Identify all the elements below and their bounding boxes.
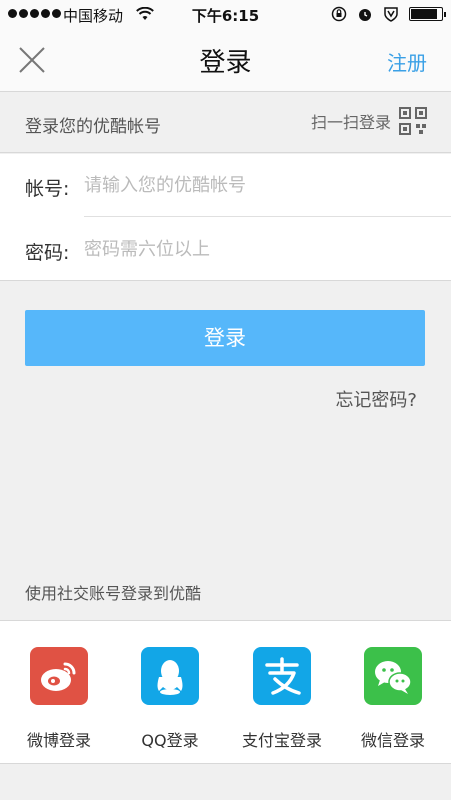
login-button[interactable]: 登录 [25, 310, 425, 366]
alipay-login-button[interactable]: 支付宝登录 [226, 647, 338, 751]
account-row: 帐号: [0, 154, 451, 217]
forgot-password-link[interactable]: 忘记密码? [335, 386, 417, 412]
wechat-icon [364, 647, 422, 705]
alipay-icon [253, 647, 311, 705]
scan-label: 扫一扫登录 [310, 113, 391, 132]
page-title: 登录 [199, 48, 252, 78]
qq-login-button[interactable]: QQ登录 [114, 647, 226, 751]
account-input[interactable] [84, 168, 424, 202]
divider [84, 216, 451, 217]
login-form: 帐号: 密码: [0, 154, 451, 281]
qq-label: QQ登录 [141, 731, 199, 750]
social-login-panel: 微博登录 QQ登录 支付宝登录 微信登录 [0, 620, 451, 764]
login-subheader: 登录您的优酷帐号 扫一扫登录 [0, 93, 451, 153]
account-label: 帐号: [25, 178, 70, 200]
battery-icon [409, 7, 446, 21]
vpn-shield-icon [384, 7, 398, 22]
register-link[interactable]: 注册 [387, 47, 427, 76]
qr-code-icon [399, 107, 427, 135]
subheader-label: 登录您的优酷帐号 [25, 117, 161, 137]
social-login-title: 使用社交账号登录到优酷 [25, 584, 202, 603]
password-label: 密码: [25, 242, 70, 264]
password-input[interactable] [84, 232, 424, 266]
password-row: 密码: [0, 218, 451, 280]
top-bar: 中国移动 下午6:15 登录 注册 [0, 0, 451, 92]
weibo-login-button[interactable]: 微博登录 [3, 647, 115, 751]
alarm-icon [359, 9, 371, 21]
orientation-lock-icon [331, 6, 347, 22]
weibo-label: 微博登录 [26, 731, 91, 750]
qq-icon [141, 647, 199, 705]
status-bar: 中国移动 下午6:15 [0, 0, 451, 30]
scan-login-button[interactable]: 扫一扫登录 [311, 107, 427, 135]
weibo-icon [30, 647, 88, 705]
wechat-label: 微信登录 [360, 731, 425, 750]
wechat-login-button[interactable]: 微信登录 [337, 647, 449, 751]
alipay-label: 支付宝登录 [241, 731, 322, 750]
